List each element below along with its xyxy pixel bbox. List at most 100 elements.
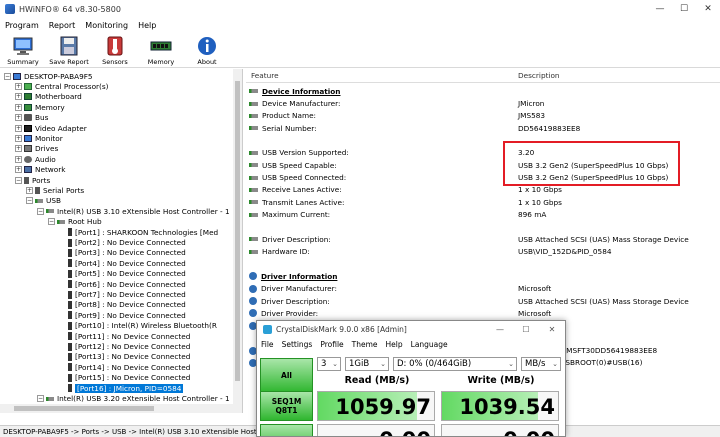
cdm-menu-profile[interactable]: Profile (316, 340, 347, 349)
memory-button[interactable]: Memory (138, 33, 184, 67)
maximize-button[interactable]: ☐ (672, 0, 696, 18)
cdm-minimize-button[interactable]: — (487, 321, 513, 338)
expand-toggle[interactable]: + (15, 114, 22, 122)
tree-node[interactable]: [Port10] : Intel(R) Wireless Bluetooth(R (59, 321, 217, 331)
cdm-menu-help[interactable]: Help (382, 340, 407, 349)
tree-vertical-scrollbar[interactable] (233, 69, 242, 413)
expand-toggle[interactable]: + (15, 83, 22, 91)
menu-monitoring[interactable]: Monitoring (80, 21, 133, 30)
detail-row[interactable]: Maximum Current: 896 mA (246, 209, 720, 221)
tree-node[interactable]: − USB (26, 196, 61, 206)
tree-node[interactable]: [Port3] : No Device Connected (59, 248, 186, 258)
tree-node[interactable]: + Audio (15, 154, 56, 164)
all-tests-button[interactable]: All (260, 358, 313, 393)
cdm-close-button[interactable]: ✕ (539, 321, 565, 338)
usb-icon (57, 219, 65, 224)
tree-node[interactable]: [Port5] : No Device Connected (59, 269, 186, 279)
expand-toggle[interactable]: + (26, 187, 33, 195)
tree-node[interactable]: + Central Processor(s) (15, 81, 109, 91)
tree-node[interactable]: + Video Adapter (15, 123, 87, 133)
collapse-toggle[interactable]: − (37, 395, 44, 403)
tree-node[interactable]: − Intel(R) USB 3.20 eXtensible Host Contr… (37, 393, 230, 403)
detail-row[interactable]: Transmit Lanes Active: 1 x 10 Gbps (246, 196, 720, 208)
tree-node[interactable]: + Serial Ports (26, 185, 84, 195)
tree-node[interactable]: [Port1] : SHARKOON Technologies [Med (59, 227, 218, 237)
tree-node[interactable]: + Monitor (15, 133, 63, 143)
tree-node[interactable]: + Bus (15, 113, 48, 123)
tree-node[interactable]: [Port11] : No Device Connected (59, 331, 190, 341)
about-button[interactable]: About (184, 33, 230, 67)
detail-row[interactable]: Driver Provider: Microsoft (246, 307, 720, 319)
tree-node[interactable]: [Port4] : No Device Connected (59, 258, 186, 268)
cdm-menu-file[interactable]: File (257, 340, 278, 349)
description-column-header[interactable]: Description (518, 71, 560, 80)
device-tree: − DESKTOP-PABA9F5 + Central Processor(s) + Mo… (0, 69, 243, 413)
tree-node[interactable]: [Port6] : No Device Connected (59, 279, 186, 289)
sensors-button[interactable]: Sensors (92, 33, 138, 67)
test-button[interactable]: SEQ1M (260, 424, 313, 436)
tree-node[interactable]: − Ports (15, 175, 50, 185)
expand-toggle[interactable]: + (15, 93, 22, 101)
expand-toggle[interactable]: + (15, 166, 22, 174)
collapse-toggle[interactable]: − (48, 218, 55, 226)
detail-row[interactable]: Driver Manufacturer: Microsoft (246, 283, 720, 295)
detail-row[interactable]: Driver Description: USB Attached SCSI (UA… (246, 295, 720, 307)
tree-node[interactable]: − DESKTOP-PABA9F5 (4, 71, 93, 81)
unit-select[interactable]: MB/s ⌄ (521, 357, 561, 371)
expand-toggle[interactable]: + (15, 145, 22, 153)
feature-cell: USB Speed Connected: (249, 173, 346, 182)
save-icon (58, 35, 80, 56)
cdm-menu-theme[interactable]: Theme (348, 340, 382, 349)
description-value: 1 x 10 Gbps (518, 185, 562, 195)
test-count-select[interactable]: 3 ⌄ (317, 357, 341, 371)
detail-row[interactable]: Device Manufacturer: JMicron (246, 97, 720, 109)
close-button[interactable]: ✕ (696, 0, 720, 18)
cdm-menu-settings[interactable]: Settings (278, 340, 317, 349)
tree-node[interactable]: + Network (15, 165, 65, 175)
menu-report[interactable]: Report (44, 21, 81, 30)
expand-toggle[interactable]: + (15, 124, 22, 132)
detail-row[interactable]: Product Name: JMS583 (246, 110, 720, 122)
cdm-menu-language[interactable]: Language (407, 340, 452, 349)
save-report-button[interactable]: Save Report (46, 33, 92, 67)
tree-node[interactable]: − Intel(R) USB 3.10 eXtensible Host Contr… (37, 206, 230, 216)
collapse-toggle[interactable]: − (37, 207, 44, 215)
read-value: 1059.97 (335, 395, 431, 419)
tree-node[interactable]: + Memory (15, 102, 65, 112)
test-size-select[interactable]: 1GiB ⌄ (345, 357, 389, 371)
feature-column-header[interactable]: Feature (251, 71, 279, 80)
tree-node[interactable]: [Port9] : No Device Connected (59, 310, 186, 320)
tree-node[interactable]: [Port12] : No Device Connected (59, 341, 190, 351)
summary-button[interactable]: Summary (0, 33, 46, 67)
collapse-toggle[interactable]: − (15, 176, 22, 184)
menu-program[interactable]: Program (0, 21, 44, 30)
drive-select[interactable]: D: 0% (0/464GiB) ⌄ (393, 357, 517, 371)
tree-node[interactable]: [Port8] : No Device Connected (59, 300, 186, 310)
tree-node[interactable]: [Port16] : JMicron, PID=0584 (59, 383, 184, 393)
tree-node[interactable]: [Port14] : No Device Connected (59, 362, 190, 372)
test-button[interactable]: SEQ1M Q8T1 (260, 391, 313, 421)
collapse-toggle[interactable]: − (4, 72, 11, 80)
tree-node[interactable]: [Port7] : No Device Connected (59, 289, 186, 299)
detail-row[interactable]: Hardware ID: USB\VID_152D&PID_0584 (246, 246, 720, 258)
tree-node[interactable]: + Drives (15, 144, 58, 154)
collapse-toggle[interactable]: − (26, 197, 33, 205)
minimize-button[interactable]: — (648, 0, 672, 18)
detail-row[interactable]: Serial Number: DD56419883EE8 (246, 122, 720, 134)
tree-node[interactable]: − Root Hub (48, 217, 102, 227)
expand-toggle[interactable]: + (15, 103, 22, 111)
section-header-row[interactable]: Device Information (246, 85, 720, 97)
expand-toggle[interactable]: + (15, 155, 22, 163)
expand-toggle[interactable]: + (15, 135, 22, 143)
tree-horizontal-scrollbar[interactable] (0, 404, 233, 413)
menu-help[interactable]: Help (133, 21, 161, 30)
tree-node[interactable]: [Port13] : No Device Connected (59, 352, 190, 362)
tree-node[interactable]: [Port2] : No Device Connected (59, 237, 186, 247)
description-value: JMicron (518, 99, 545, 109)
cdm-maximize-button[interactable]: ☐ (513, 321, 539, 338)
tree-node[interactable]: [Port15] : No Device Connected (59, 373, 190, 383)
tree-node-label: [Port2] : No Device Connected (75, 238, 186, 248)
detail-row[interactable]: Driver Description: USB Attached SCSI (UA… (246, 233, 720, 245)
tree-node[interactable]: + Motherboard (15, 92, 82, 102)
section-header-row[interactable]: Driver Information (246, 270, 720, 282)
